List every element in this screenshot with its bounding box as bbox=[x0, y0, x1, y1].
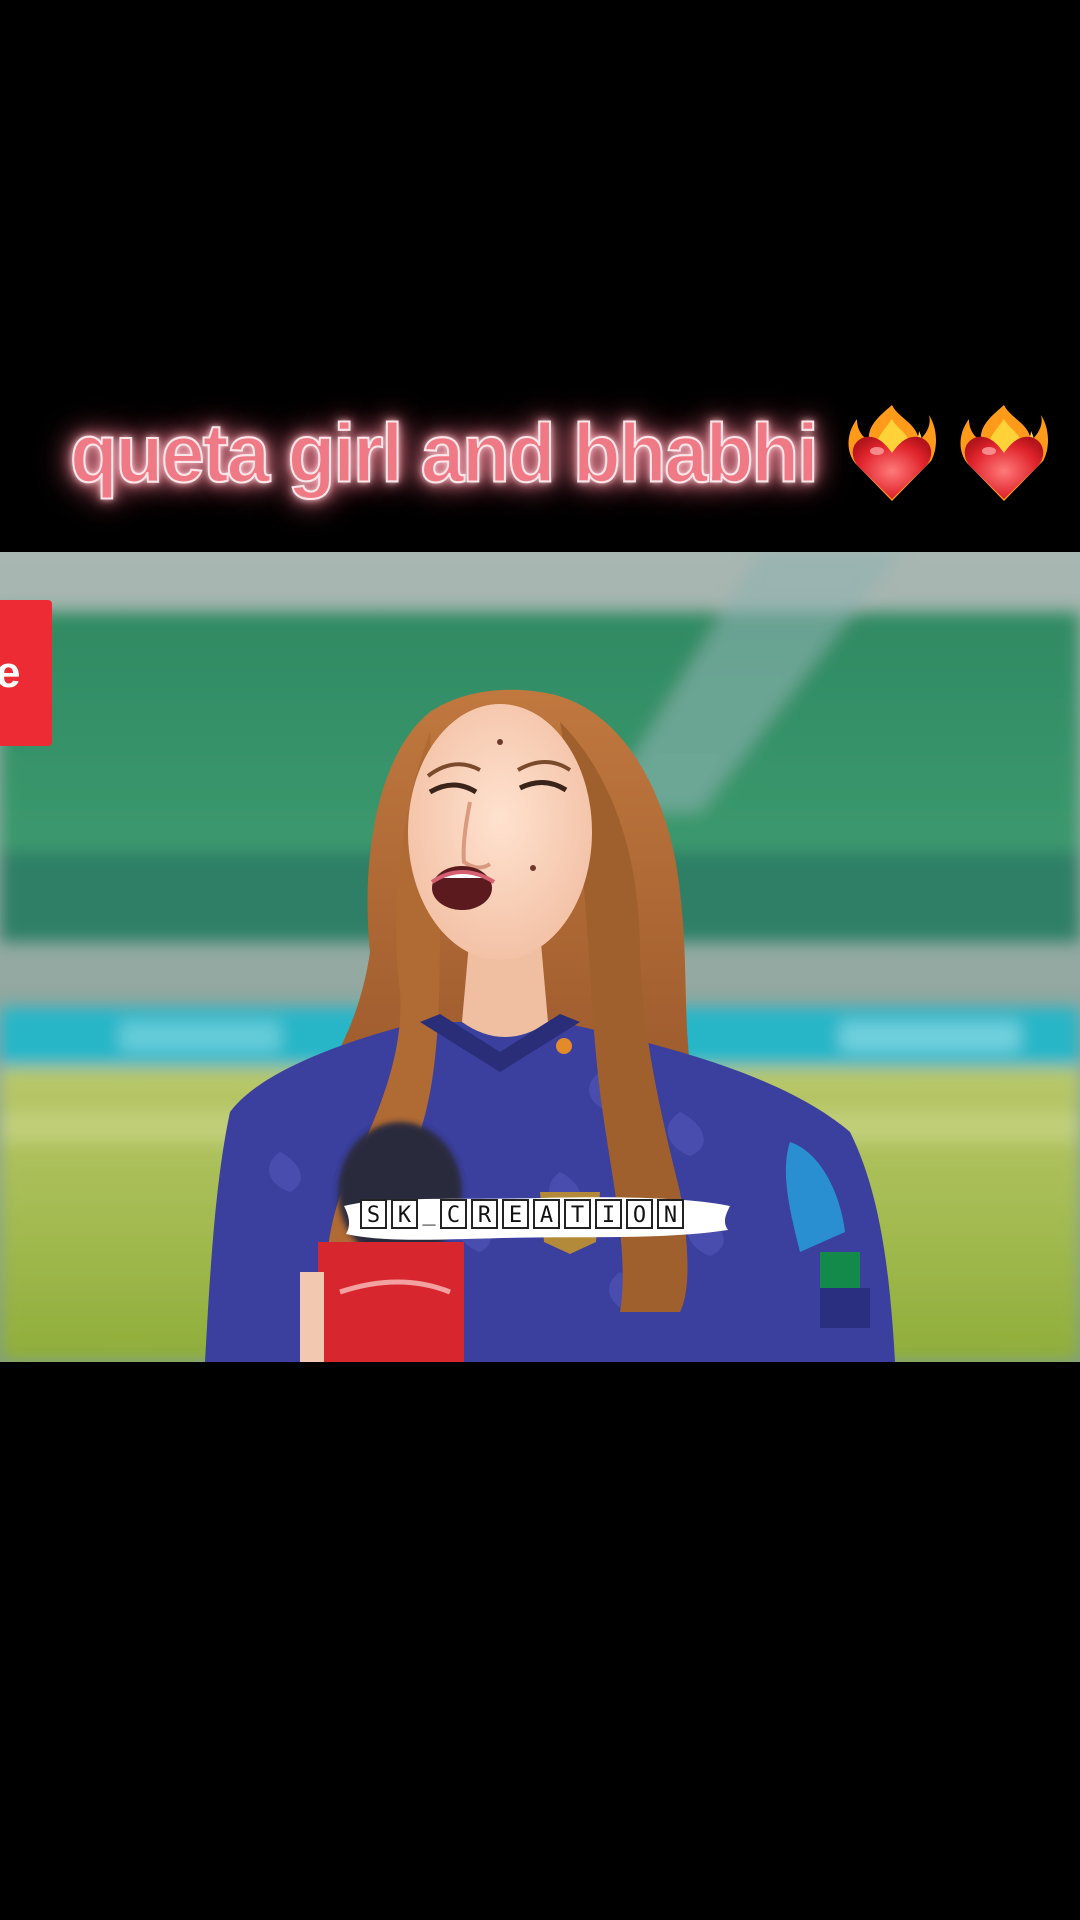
watermark-letter: E bbox=[502, 1199, 529, 1229]
watermark-letter: A bbox=[533, 1199, 560, 1229]
fire-heart-icon bbox=[959, 401, 1049, 505]
watermark-letter: R bbox=[471, 1199, 498, 1229]
side-label-tab: e bbox=[0, 600, 52, 746]
watermark-letter: K bbox=[391, 1199, 418, 1229]
watermark-letter: C bbox=[440, 1199, 467, 1229]
side-label-text: e bbox=[0, 648, 21, 697]
watermark-letter: N bbox=[657, 1199, 684, 1229]
watermark-letter: S bbox=[360, 1199, 387, 1229]
video-caption: queta girl and bhabhi bbox=[69, 398, 1049, 508]
watermark-letter: I bbox=[595, 1199, 622, 1229]
watermark-letter: T bbox=[564, 1199, 591, 1229]
fire-heart-icon bbox=[847, 401, 937, 505]
watermark-letter: O bbox=[626, 1199, 653, 1229]
video-post: queta girl and bhabhi e S K _ C R E A T … bbox=[0, 0, 1080, 1920]
watermark-letter: _ bbox=[422, 1201, 436, 1226]
watermark: S K _ C R E A T I O N bbox=[342, 1192, 732, 1244]
watermark-text: S K _ C R E A T I O N bbox=[360, 1199, 684, 1229]
caption-text: queta girl and bhabhi bbox=[69, 406, 820, 500]
